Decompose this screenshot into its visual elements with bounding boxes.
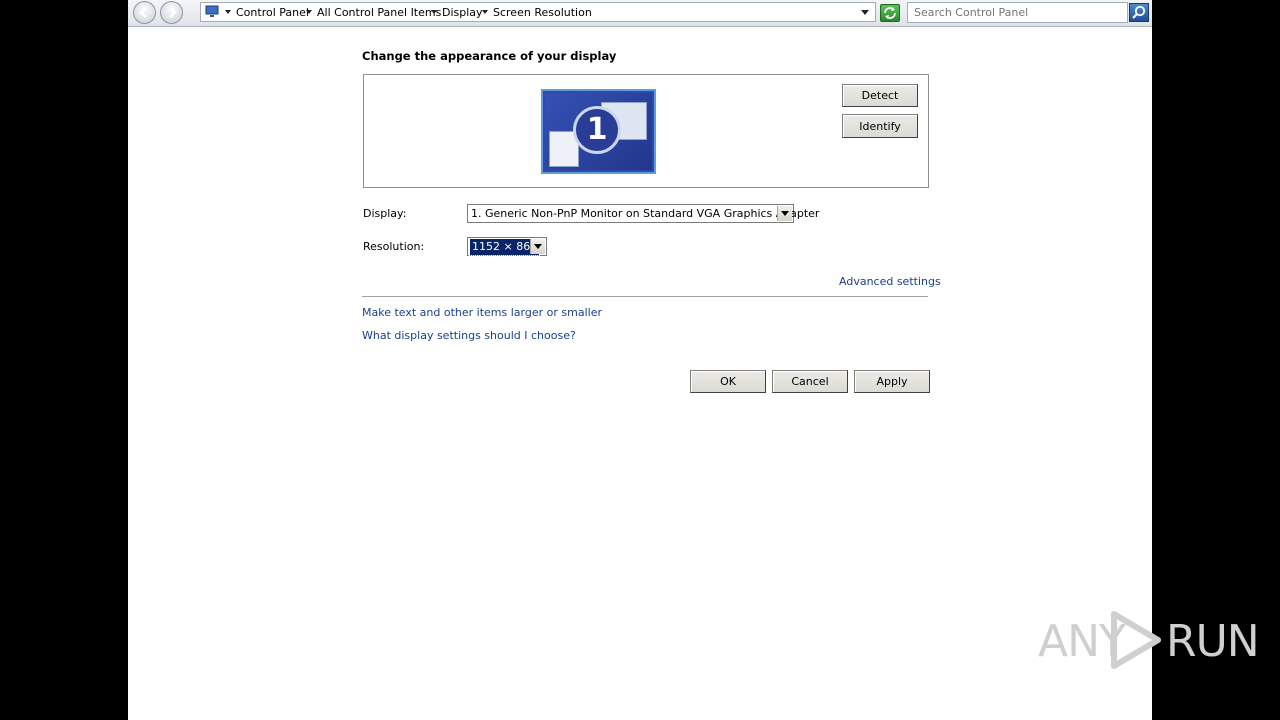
breadcrumb-display[interactable]: Display bbox=[442, 6, 483, 19]
advanced-settings-link[interactable]: Advanced settings bbox=[839, 275, 941, 288]
display-select-value: 1. Generic Non-PnP Monitor on Standard V… bbox=[471, 207, 820, 220]
chevron-down-icon[interactable] bbox=[482, 10, 488, 14]
play-logo-icon bbox=[1111, 611, 1161, 669]
identify-button[interactable]: Identify bbox=[842, 114, 918, 138]
address-history-dropdown[interactable] bbox=[861, 10, 869, 15]
cancel-button[interactable]: Cancel bbox=[772, 370, 848, 393]
forward-button[interactable] bbox=[160, 1, 183, 24]
search-icon bbox=[1132, 5, 1146, 19]
search-field[interactable] bbox=[907, 2, 1130, 23]
monitor-screen: 1 bbox=[545, 93, 652, 170]
breadcrumb-control-panel[interactable]: Control Panel bbox=[236, 6, 309, 19]
display-select[interactable]: 1. Generic Non-PnP Monitor on Standard V… bbox=[467, 204, 819, 223]
breadcrumb-screen-resolution[interactable]: Screen Resolution bbox=[493, 6, 592, 19]
resolution-select[interactable]: 1152 × 864 bbox=[467, 237, 547, 256]
chevron-down-icon[interactable] bbox=[306, 10, 312, 14]
detect-button[interactable]: Detect bbox=[842, 84, 918, 107]
display-arrangement-panel: 1 Detect Identify bbox=[363, 74, 929, 188]
address-toolbar: Control Panel All Control Panel Items Di… bbox=[128, 0, 1152, 27]
search-button[interactable] bbox=[1129, 3, 1149, 22]
dropdown-arrow-icon[interactable] bbox=[530, 239, 545, 254]
breadcrumb[interactable]: Control Panel All Control Panel Items Di… bbox=[200, 2, 876, 22]
chevron-down-icon[interactable] bbox=[431, 10, 437, 14]
text-size-link[interactable]: Make text and other items larger or smal… bbox=[362, 306, 602, 319]
divider bbox=[362, 296, 928, 297]
back-button[interactable] bbox=[133, 1, 156, 24]
apply-button[interactable]: Apply bbox=[854, 370, 930, 393]
dropdown-arrow-icon[interactable] bbox=[777, 206, 792, 221]
monitor-1-tile[interactable]: 1 bbox=[541, 89, 656, 174]
ok-button[interactable]: OK bbox=[690, 370, 766, 393]
page-title: Change the appearance of your display bbox=[362, 49, 617, 63]
search-input[interactable] bbox=[908, 3, 1130, 22]
display-help-link[interactable]: What display settings should I choose? bbox=[362, 329, 576, 342]
refresh-icon bbox=[884, 7, 896, 19]
watermark-text-right: RUN bbox=[1166, 616, 1260, 667]
screen-resolution-window: Control Panel All Control Panel Items Di… bbox=[128, 0, 1152, 720]
breadcrumb-all-items[interactable]: All Control Panel Items bbox=[317, 6, 441, 19]
resolution-select-value: 1152 × 864 bbox=[468, 238, 541, 256]
chevron-down-icon[interactable] bbox=[225, 10, 231, 14]
arrow-right-icon bbox=[169, 7, 177, 18]
display-label: Display: bbox=[363, 207, 407, 220]
resolution-label: Resolution: bbox=[363, 240, 425, 253]
refresh-button[interactable] bbox=[880, 4, 900, 22]
arrow-left-icon bbox=[139, 7, 147, 18]
monitor-number: 1 bbox=[573, 106, 621, 154]
control-panel-icon bbox=[205, 5, 219, 17]
anyrun-watermark: ANY RUN bbox=[1038, 606, 1260, 672]
